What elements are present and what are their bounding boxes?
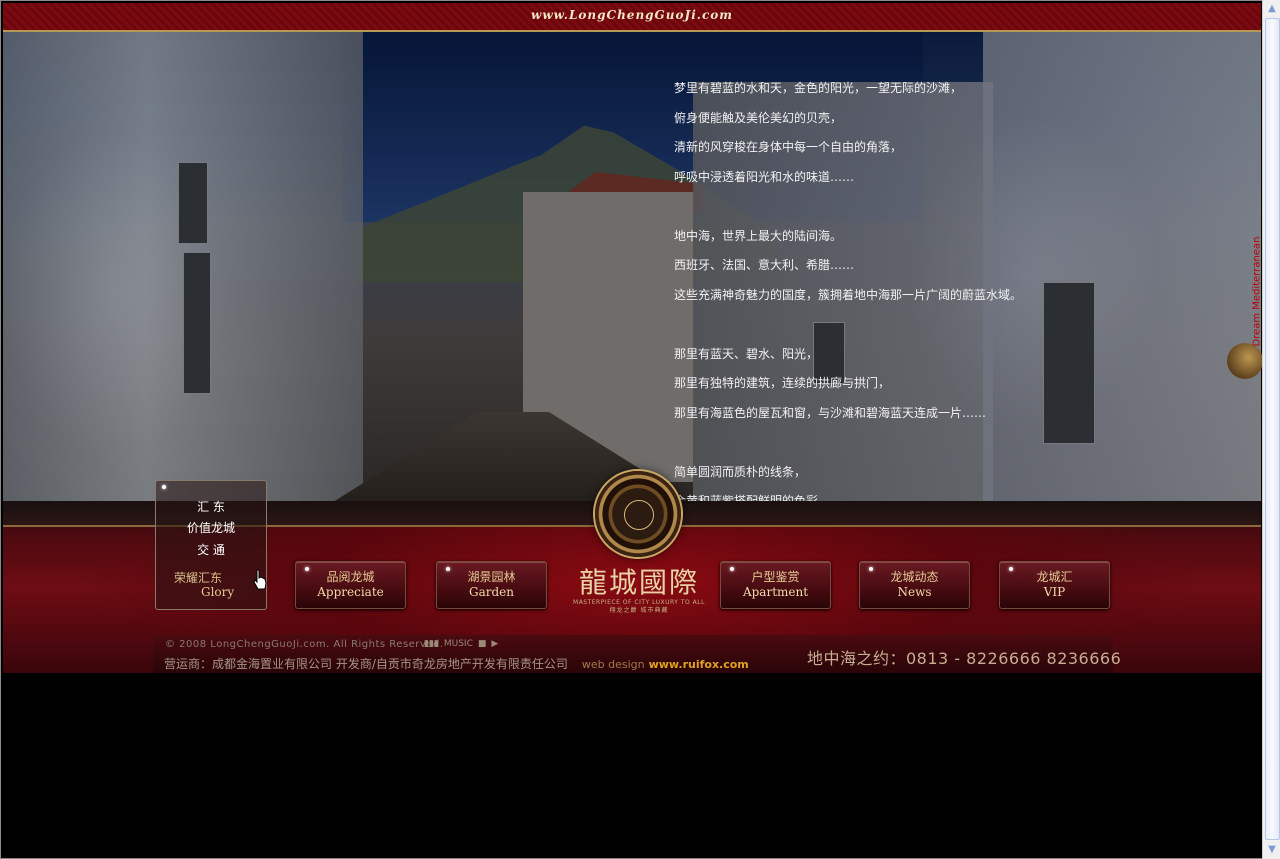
poem-line: 这些充满神奇魅力的国度，簇拥着地中海那一片广阔的蔚蓝水域。 [674,287,1023,302]
poem-line: 那里有海蓝色的屋瓦和窗，与沙滩和碧海蓝天连成一片…… [674,405,987,420]
emblem-logo [595,471,681,557]
emblem-center [624,500,654,530]
poem-line: 那里有独特的建筑，连续的拱廊与拱门， [674,376,891,390]
brand-name: 龍城國際 [578,566,699,599]
site-url: www.LongChengGuoJi.com [531,8,733,22]
nav-button-label-en: Apartment [742,585,809,599]
nav-button-label-zh: 龙城动态 [890,570,939,584]
hero-window [178,162,208,244]
operator-text: 营运商：成都金海置业有限公司 开发商/自贡市奇龙房地产开发有限责任公司 [164,657,568,671]
poem-line: 西班牙、法国、意大利、希腊…… [674,258,855,272]
poem-text: 梦里有碧蓝的水和天，金色的阳光，一望无际的沙滩， 俯身便能触及美伦美幻的贝壳， … [674,80,1134,502]
scroll-thumb[interactable] [1265,18,1280,840]
gondola-icon[interactable] [1227,343,1263,379]
operator-info: 营运商：成都金海置业有限公司 开发商/自贡市奇龙房地产开发有限责任公司 web d… [164,655,749,672]
web-design-link[interactable]: www.ruifox.com [649,658,749,671]
hand-cursor-icon [253,569,267,590]
poem-line: 呼吸中浸透着阳光和水的味道…… [674,169,855,184]
equalizer-icon: ▮▮▮ [424,639,439,649]
poem-line: 俯身便能触及美伦美幻的贝壳， [674,110,843,125]
nav-button-label-zh: 湖景园林 [467,570,516,584]
nav-button-label-en: VIP [1043,585,1066,599]
nav-button-label-zh: 品阅龙城 [326,570,375,584]
poem-line: 地中海，世界上最大的陆间海。 [674,228,843,243]
nav-button-label-zh: 户型鉴赏 [751,570,800,584]
top-banner: www.LongChengGuoJi.com [3,3,1261,32]
nav-button-label-en: News [897,585,932,599]
poem-line: 简单圆润而质朴的线条， [674,464,807,479]
poem-line: 清新的风穿梭在身体中每一个自由的角落， [674,140,903,154]
menu-item-huidong[interactable]: 汇 东 [156,498,266,515]
side-tab-label: Dream Mediterranean [1251,236,1263,347]
nav-button-label-en: Appreciate [317,585,384,599]
scroll-down-arrow-icon[interactable]: ▼ [1265,843,1279,857]
nav-button-label-en: Glory [201,585,235,599]
music-controls: ▮▮▮ MUSIC ■ ▶ [424,639,503,649]
nav-button-vip[interactable]: 龙城汇 VIP [999,561,1110,609]
nav-button-apartment[interactable]: 户型鉴赏 Apartment [720,561,831,609]
browser-viewport: www.LongChengGuoJi.com 梦里有碧蓝的水和天，金色的阳光，一… [0,0,1263,859]
poem-line [674,316,1134,346]
glory-dropdown-menu: 汇 东 价值龙城 交 通 荣耀汇东 Glory [155,480,267,610]
menu-item-traffic[interactable]: 交 通 [156,541,266,558]
nav-button-label-en: Garden [469,585,514,599]
nav-button-label-zh: 龙城汇 [1036,570,1073,584]
stop-icon[interactable]: ■ [478,639,487,649]
copyright-text: © 2008 LongChengGuoJi.com. All Rights Re… [165,639,444,650]
play-icon[interactable]: ▶ [491,639,498,649]
poem-line: 梦里有碧蓝的水和天，金色的阳光，一望无际的沙滩， [674,81,963,95]
poem-line [674,434,1134,464]
brand-tagline-en: MASTERPIECE OF CITY LUXURY TO ALL [573,599,705,606]
nav-button-garden[interactable]: 湖景园林 Garden [436,561,547,609]
web-design-label: web design [581,658,645,671]
poem-line [674,198,1134,228]
scroll-up-arrow-icon[interactable]: ▲ [1265,2,1279,16]
brand-tagline-zh: 翔龙之巅 城市典藏 [609,607,669,614]
nav-button-label-zh: 荣耀汇东 [174,571,223,585]
hero-window [183,252,211,394]
music-label: MUSIC [443,639,473,649]
sparkle-icon [162,485,166,489]
nav-button-glory[interactable]: 荣耀汇东 Glory [156,567,266,607]
menu-item-value-longcheng[interactable]: 价值龙城 [156,519,266,536]
hotline-text: 地中海之约：0813 - 8226666 8236666 [807,649,1122,668]
poem-line: 那里有蓝天、碧水、阳光， [674,346,819,361]
nav-button-news[interactable]: 龙城动态 News [859,561,970,609]
vertical-scrollbar[interactable]: ▲ ▼ [1262,0,1280,859]
nav-button-appreciate[interactable]: 品阅龙城 Appreciate [295,561,406,609]
brand-logo[interactable]: 龍城國際 MASTERPIECE OF CITY LUXURY TO ALL 翔… [567,567,711,625]
side-tab-mediterranean[interactable]: Dream Mediterranean [1247,231,1263,351]
